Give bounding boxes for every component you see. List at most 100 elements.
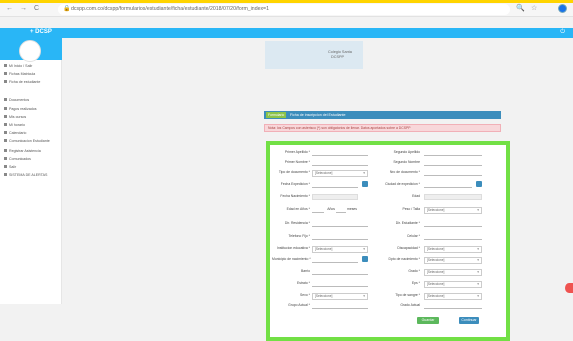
left-field-label: Edad en Años *: [286, 207, 310, 211]
sidebar-item[interactable]: Mi Inicio / Salir: [4, 64, 32, 68]
left-field-input[interactable]: [312, 257, 358, 263]
left-field-input[interactable]: [312, 281, 368, 287]
right-field-select[interactable]: [Seleccione] ▾: [424, 293, 482, 300]
left-field-select[interactable]: [Seleccione] ▾: [312, 246, 368, 253]
right-field-input[interactable]: [424, 182, 472, 188]
left-field-label: Dir. Residencia *: [284, 221, 310, 225]
edad-months-input[interactable]: [336, 207, 346, 213]
right-field-select[interactable]: [Seleccione] ▾: [424, 281, 482, 288]
left-field-select[interactable]: [Seleccione] ▾: [312, 170, 368, 177]
right-field-label: Ciudad de expedicion *: [385, 182, 420, 186]
zoom-icon[interactable]: 🔍: [516, 4, 525, 14]
menu-bullet-icon: [4, 107, 7, 110]
left-field-label: Institucion educativa *: [277, 246, 310, 250]
left-field-input[interactable]: [312, 160, 368, 166]
school-logo: Colegio Santa DCSPP: [265, 41, 363, 69]
menu-bullet-icon: [4, 139, 7, 142]
chevron-down-icon: ▾: [477, 247, 479, 251]
sidebar-item[interactable]: SISTEMA DE ALERTAS: [4, 173, 47, 177]
right-field-input[interactable]: [424, 234, 482, 240]
chevron-down-icon: ▾: [477, 270, 479, 274]
url-text: dcspp.com.co/dcspp/formularios/estudiant…: [71, 6, 269, 12]
search-icon[interactable]: [476, 181, 482, 187]
right-field-input[interactable]: [424, 150, 482, 156]
right-field-label: Eps *: [411, 281, 420, 285]
back-icon[interactable]: ←: [6, 4, 13, 14]
sidebar-item[interactable]: Comunicacion Estudiante: [4, 139, 50, 143]
edad-years-label: Años: [327, 207, 335, 211]
select-value: [Seleccione]: [315, 294, 333, 298]
left-field-input[interactable]: [312, 182, 358, 188]
select-value: [Seleccione]: [427, 270, 445, 274]
forward-icon[interactable]: →: [20, 4, 27, 14]
right-field-label: Edad: [412, 194, 420, 198]
chevron-down-icon: ▾: [363, 247, 365, 251]
avatar: [19, 40, 41, 62]
star-icon[interactable]: ☆: [531, 4, 537, 14]
menu-bullet-icon: [4, 80, 7, 83]
sidebar: Mi Inicio / Salir Fichas Matricula Ficha d…: [0, 38, 62, 304]
right-field-select[interactable]: [Seleccione] ▾: [424, 269, 482, 276]
sidebar-item[interactable]: Calendario: [4, 131, 26, 135]
right-field-select[interactable]: [Seleccione] ▾: [424, 257, 482, 264]
menu-bullet-icon: [4, 72, 7, 75]
browser-toolbar: ← → C 🔒 dcspp.com.co/dcspp/formularios/e…: [0, 0, 573, 17]
sidebar-item-label: Mi Inicio / Salir: [9, 64, 33, 68]
logo-line-2: DCSPP: [331, 55, 345, 59]
menu-bullet-icon: [4, 173, 7, 176]
app-header: + DCSP ⏻: [0, 28, 573, 38]
right-field-select[interactable]: [Seleccione] ▾: [424, 246, 482, 253]
left-field-readonly: [312, 194, 358, 200]
sidebar-item-label: Registrar Asistencia: [9, 149, 41, 153]
sidebar-item[interactable]: Documentos: [4, 98, 29, 102]
sidebar-item[interactable]: Registrar Asistencia: [4, 149, 41, 153]
left-field-input[interactable]: [312, 234, 368, 240]
alert-text: Nota: los Campos con asterisco (*) son o…: [268, 126, 411, 130]
sidebar-item-label: Salir: [9, 165, 17, 169]
left-field-label: Estrato *: [296, 281, 310, 285]
form-panel: Primer Apellido * Primer Nombre * Tipo de …: [266, 141, 510, 341]
sidebar-item[interactable]: Comunicados: [4, 157, 31, 161]
right-field-label: Dir. Estudiante *: [395, 221, 420, 225]
power-icon[interactable]: ⏻: [560, 29, 565, 36]
edad-years-input[interactable]: [312, 207, 324, 213]
sidebar-item[interactable]: Mi horario: [4, 123, 25, 127]
required-fields-alert: Nota: los Campos con asterisco (*) son o…: [264, 124, 501, 132]
right-field-select[interactable]: [Seleccione] ▾: [424, 207, 482, 214]
sidebar-item[interactable]: Salir: [4, 165, 16, 169]
menu-bullet-icon: [4, 149, 7, 152]
app-title[interactable]: + DCSP: [30, 29, 52, 35]
right-field-input[interactable]: [424, 170, 482, 176]
sidebar-item-label: Comunicacion Estudiante: [9, 139, 50, 143]
save-button[interactable]: Guardar: [417, 317, 439, 324]
help-bubble[interactable]: [565, 283, 573, 293]
sidebar-item-label: Ficha de estudiante: [9, 80, 41, 84]
select-value: [Seleccione]: [427, 258, 445, 262]
calendar-icon[interactable]: [362, 181, 368, 187]
left-field-label: Primer Apellido *: [284, 150, 310, 154]
address-bar[interactable]: 🔒 dcspp.com.co/dcspp/formularios/estudia…: [58, 4, 510, 15]
reload-icon[interactable]: C: [34, 4, 39, 14]
right-field-label: Discapacidad *: [397, 246, 420, 250]
left-field-label: Fecha Nacimiento *: [280, 194, 310, 198]
lock-icon: 🔒: [63, 6, 71, 12]
left-field-input[interactable]: [312, 269, 368, 275]
right-field-input[interactable]: [424, 221, 482, 227]
right-field-label: Segundo Apellido: [393, 150, 420, 154]
calendar-icon[interactable]: [362, 256, 368, 262]
right-field-label: Celular *: [406, 234, 420, 238]
sidebar-item[interactable]: Pagos realizados: [4, 107, 37, 111]
sidebar-item[interactable]: Ficha de estudiante: [4, 80, 40, 84]
select-value: [Seleccione]: [427, 294, 445, 298]
next-button[interactable]: Continuar: [459, 317, 479, 324]
right-field-input[interactable]: [424, 160, 482, 166]
left-field-input[interactable]: [312, 150, 368, 156]
menu-bullet-icon: [4, 123, 7, 126]
top-accent-line: [0, 0, 573, 3]
left-field-label: Fecha Expedicion *: [280, 182, 310, 186]
profile-avatar[interactable]: [558, 4, 567, 13]
left-field-input[interactable]: [312, 221, 368, 227]
sidebar-item[interactable]: Mis cursos: [4, 115, 26, 119]
sidebar-item[interactable]: Fichas Matricula: [4, 72, 35, 76]
left-field-select[interactable]: [Seleccione] ▾: [312, 293, 368, 300]
